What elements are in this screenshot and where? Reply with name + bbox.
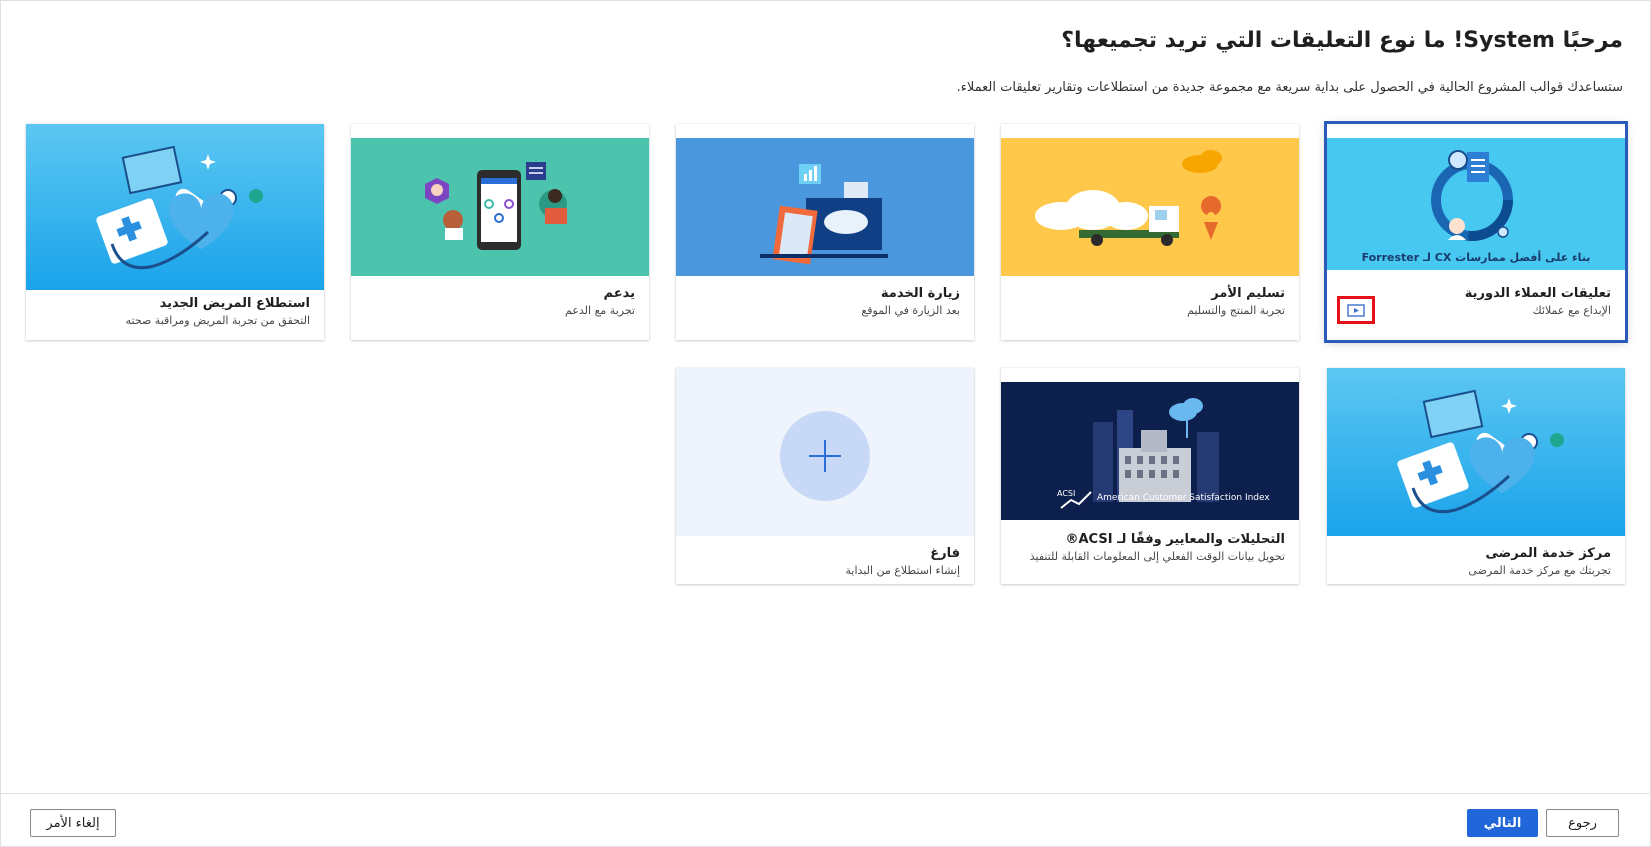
acsi-banner-text: American Customer Satisfaction Index	[1097, 493, 1270, 503]
card-description: تحويل بيانات الوقت الفعلي إلى المعلومات …	[1029, 550, 1285, 563]
template-card-patient-service-center[interactable]: مركز خدمة المرضى تجربتك مع مركز خدمة الم…	[1327, 368, 1625, 584]
medical-kit-illustration	[96, 145, 263, 270]
card-illustration	[676, 368, 974, 536]
footer-divider	[0, 793, 1651, 794]
card-description: بعد الزيارة في الموقع	[861, 304, 960, 317]
medical-kit-illustration	[1397, 389, 1564, 514]
card-title: تعليقات العملاء الدورية	[1464, 286, 1611, 301]
support-illustration	[425, 162, 567, 250]
page-title: مرحبًا System! ما نوع التعليقات التي تري…	[1061, 28, 1623, 53]
card-description: التحقق من تجربة المريض ومراقبة صحته	[125, 314, 310, 327]
card-description: الإبداع مع عملائك	[1532, 304, 1611, 317]
template-card-order-delivery[interactable]: تسليم الأمر تجربة المنتج والتسليم	[1001, 124, 1299, 340]
card-illustration	[1001, 138, 1299, 276]
card-illustration	[351, 138, 649, 276]
video-icon[interactable]	[1337, 296, 1375, 324]
service-visit-illustration	[760, 164, 888, 265]
template-card-service-visit[interactable]: زيارة الخدمة بعد الزيارة في الموقع	[676, 124, 974, 340]
card-title: تسليم الأمر	[1211, 286, 1285, 301]
template-card-acsi-analytics[interactable]: ACSI American Customer Satisfaction Inde…	[1001, 368, 1299, 584]
card-description: تجربة مع الدعم	[565, 304, 635, 317]
template-card-periodic-feedback[interactable]: بناء على أفضل ممارسات CX لـ Forrester تع…	[1324, 121, 1628, 343]
card-illustration: بناء على أفضل ممارسات CX لـ Forrester	[1327, 138, 1625, 270]
card-illustration	[26, 124, 324, 290]
template-card-blank[interactable]: فارغ إنشاء استطلاع من البداية	[676, 368, 974, 584]
template-card-new-patient-survey[interactable]: استطلاع المريض الجديد التحقق من تجربة ال…	[26, 124, 324, 340]
card-description: تجربة المنتج والتسليم	[1187, 304, 1285, 317]
template-card-support[interactable]: يدعم تجربة مع الدعم	[351, 124, 649, 340]
card-illustration	[1327, 368, 1625, 536]
card-title: فارغ	[930, 546, 960, 561]
card-title: مركز خدمة المرضى	[1485, 546, 1612, 561]
back-button[interactable]: رجوع	[1546, 809, 1619, 837]
page-subtitle: ستساعدك قوالب المشروع الحالية في الحصول …	[956, 80, 1623, 95]
delivery-truck-illustration	[1035, 150, 1222, 246]
card-title: استطلاع المريض الجديد	[159, 296, 310, 311]
next-button[interactable]: التالي	[1467, 809, 1538, 837]
acsi-city-illustration: ACSI American Customer Satisfaction Inde…	[1057, 398, 1270, 509]
card-description: تجربتك مع مركز خدمة المرضى	[1468, 564, 1611, 577]
plus-icon	[780, 411, 870, 501]
card-title: التحليلات والمعايير وفقًا لـ ACSI®	[1065, 532, 1286, 547]
card-banner-text: بناء على أفضل ممارسات CX لـ Forrester	[1361, 251, 1591, 264]
card-illustration	[676, 138, 974, 276]
card-title: زيارة الخدمة	[880, 286, 960, 301]
card-title: يدعم	[603, 286, 635, 301]
card-illustration: ACSI American Customer Satisfaction Inde…	[1001, 382, 1299, 520]
card-description: إنشاء استطلاع من البداية	[845, 564, 960, 577]
cancel-button[interactable]: إلغاء الأمر	[30, 809, 116, 837]
acsi-badge: ACSI	[1057, 489, 1075, 498]
